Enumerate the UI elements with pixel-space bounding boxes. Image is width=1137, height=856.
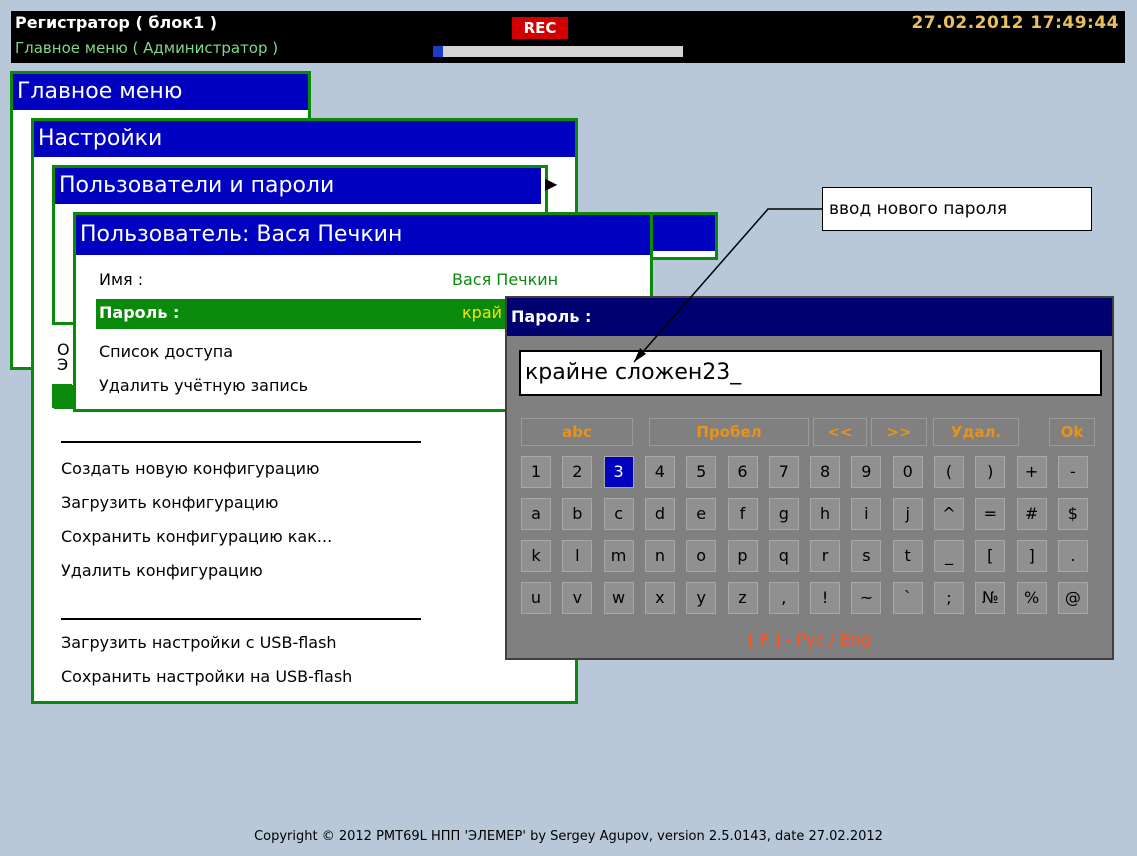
callout-arrow <box>633 208 822 363</box>
callout-label: ввод нового пароля <box>822 187 1092 231</box>
copyright-footer: Copyright © 2012 РМТ69L НПП 'ЭЛЕМЕР' by … <box>254 829 883 844</box>
